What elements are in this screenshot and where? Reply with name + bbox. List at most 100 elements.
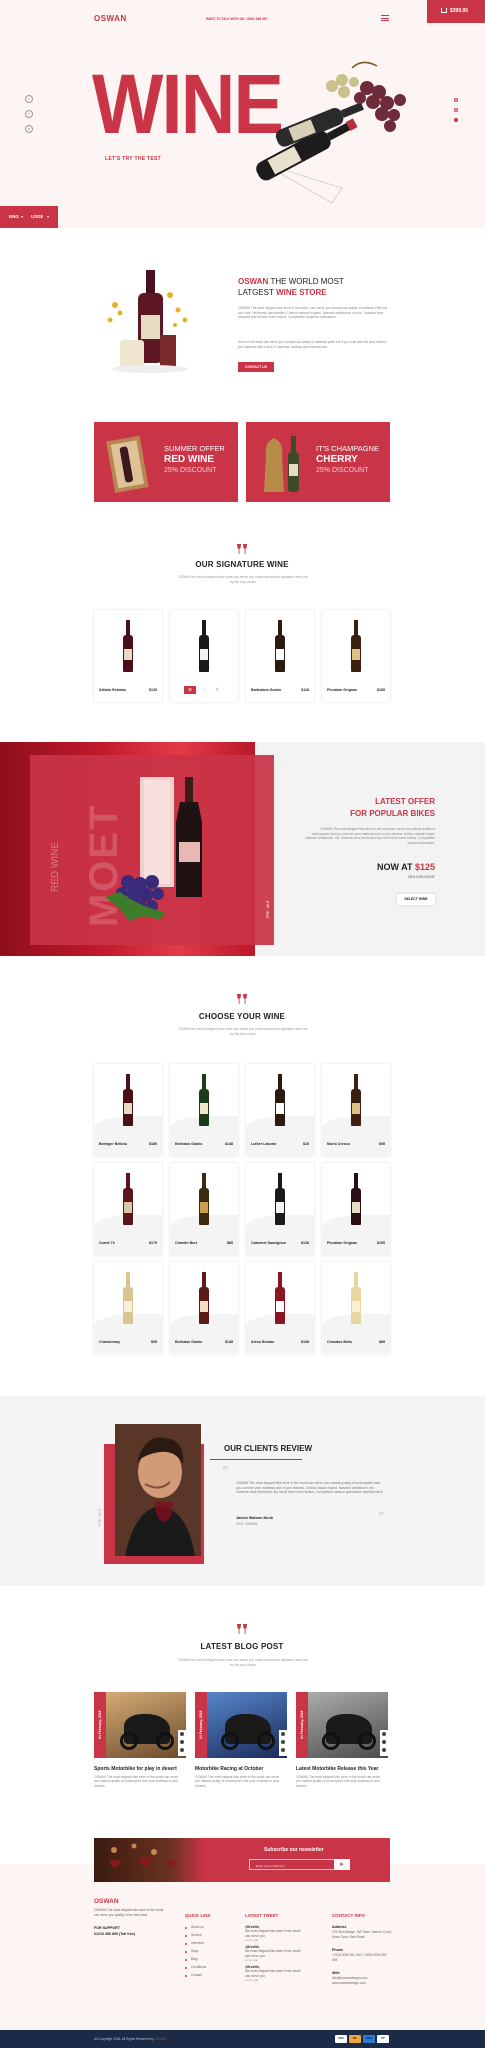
choose-product-card[interactable]: Chardin Burt $85 xyxy=(170,1163,238,1255)
language-select[interactable]: ENG xyxy=(9,214,19,219)
motorbike-wheel xyxy=(322,1732,340,1750)
footer-quick-link[interactable]: Blog xyxy=(191,1957,197,1962)
blog-post-title[interactable]: Latest Motorbike Release this Year xyxy=(296,1766,391,1772)
product-name[interactable]: Pinotium Grignas xyxy=(327,1241,357,1245)
signature-product-card[interactable]: ⊞ ♡ ⚲ xyxy=(170,610,238,702)
choose-product-card[interactable]: Cornit 74 $175 xyxy=(94,1163,162,1255)
signature-product-card[interactable]: Albiolo Rebolas $135 xyxy=(94,610,162,702)
product-name[interactable]: Beringer Bellotu xyxy=(99,1142,127,1146)
blog-post-title[interactable]: Sports Motorbike for play in desert xyxy=(94,1766,189,1772)
offer-vertical-label: RED WINE xyxy=(50,842,61,892)
slider-dot-1[interactable] xyxy=(454,98,458,102)
add-to-cart-button[interactable]: ⊞ xyxy=(184,686,196,694)
pinterest-icon[interactable]: p xyxy=(25,125,33,133)
signature-product-card[interactable]: Pinotium Grignas $155 xyxy=(322,610,390,702)
contact-us-button[interactable]: CONTACT US xyxy=(238,362,274,372)
slider-dot-3-active[interactable] xyxy=(454,118,458,122)
signature-product-card[interactable]: Barbolana Gutolo $118 xyxy=(246,610,314,702)
champagne-image xyxy=(264,436,299,492)
blog-post-title[interactable]: Motorbike Racing at October xyxy=(195,1766,290,1772)
heart-icon[interactable] xyxy=(281,1748,285,1752)
product-price: $95 xyxy=(151,1340,157,1344)
footer-quick-link[interactable]: Inventory xyxy=(191,1941,204,1946)
tweet-text: the most elegant bike store in the world… xyxy=(245,1969,301,1978)
currency-select[interactable]: USD$ xyxy=(31,214,43,219)
product-name[interactable]: Cabernet Sauvignon xyxy=(251,1241,286,1245)
product-name[interactable]: Aleno Bolubo xyxy=(251,1340,274,1344)
product-name[interactable]: Pinotium Grignas xyxy=(327,688,357,692)
choose-product-card[interactable]: Murio Cresco $95 xyxy=(322,1064,390,1156)
footer-contact-title: CONTACT INFO xyxy=(332,1913,365,1918)
comment-icon[interactable] xyxy=(281,1740,285,1744)
blog-post-image[interactable]: 24 February, 2018 xyxy=(296,1692,388,1758)
quick-view-search-icon[interactable]: ⚲ xyxy=(212,686,222,694)
client-side-label: PRE - MUT xyxy=(98,1508,102,1526)
heart-icon[interactable] xyxy=(180,1748,184,1752)
wishlist-heart-icon[interactable]: ♡ xyxy=(200,686,210,694)
product-name[interactable]: Chardin Burt xyxy=(175,1241,197,1245)
product-name[interactable]: Chardonnay xyxy=(99,1340,120,1344)
product-name[interactable]: Cornit 74 xyxy=(99,1241,115,1245)
footer-support-phone: 01210 456 890 (Toll free) xyxy=(94,1932,136,1936)
product-name[interactable]: Luther Laborio xyxy=(251,1142,276,1146)
choose-product-card[interactable]: Beringer Bellotu $189 xyxy=(94,1064,162,1156)
blog-post-image[interactable]: 24 February, 2018 xyxy=(94,1692,186,1758)
product-name[interactable]: Barbolana Gutolo xyxy=(251,688,281,692)
slider-dot-2[interactable] xyxy=(454,108,458,112)
signature-title: OUR SIGNATURE WINE xyxy=(195,560,289,569)
footer-quick-link[interactable]: Conditions xyxy=(191,1965,206,1970)
wine-bottle-image xyxy=(273,1074,287,1126)
footer-quick-link[interactable]: Service xyxy=(191,1933,202,1938)
comment-icon[interactable] xyxy=(180,1740,184,1744)
client-author: James Watson Neub xyxy=(236,1516,273,1520)
footer-quick-link[interactable]: Contact xyxy=(191,1973,202,1978)
product-name[interactable]: Chandos Bells xyxy=(327,1340,352,1344)
product-name[interactable]: Albiolo Rebolas xyxy=(99,688,126,692)
share-icon[interactable] xyxy=(281,1732,285,1736)
product-name[interactable]: Belindos Galolo xyxy=(175,1142,202,1146)
product-price: $148 xyxy=(225,1340,233,1344)
share-icon[interactable] xyxy=(180,1732,184,1736)
choose-product-card[interactable]: Belindos Galolo $148 xyxy=(170,1262,238,1354)
newsletter-title: Subscribe our newsletter xyxy=(264,1847,324,1853)
blog-post-card[interactable]: 24 February, 2018 Sports Motorbike for pl… xyxy=(94,1692,186,1812)
product-name[interactable]: Murio Cresco xyxy=(327,1142,350,1146)
comment-icon[interactable] xyxy=(382,1740,386,1744)
promo-banner-cherry[interactable]: IT'S CHAMPAGNE CHERRY 25% DISCOUNT xyxy=(246,422,390,502)
motorbike-wheel xyxy=(358,1732,376,1750)
wine-bottle-image xyxy=(197,620,211,672)
clients-title-underline xyxy=(210,1459,302,1461)
choose-product-card[interactable]: Chandos Bells $89 xyxy=(322,1262,390,1354)
blog-post-image[interactable]: 24 February, 2018 xyxy=(195,1692,287,1758)
share-icon[interactable] xyxy=(382,1732,386,1736)
blog-post-card[interactable]: 24 February, 2018 Latest Motorbike Releas… xyxy=(296,1692,388,1812)
wine-bottle-image xyxy=(197,1173,211,1225)
choose-product-card[interactable]: Luther Laborio $15 xyxy=(246,1064,314,1156)
cart-button[interactable]: $399.95 xyxy=(427,0,485,23)
client-role: CEO, OSWAN xyxy=(236,1522,258,1526)
newsletter-bar: Subscribe our newsletter Enter your emai… xyxy=(94,1838,390,1882)
footer-quick-link[interactable]: Shop xyxy=(191,1949,198,1954)
heart-icon[interactable] xyxy=(382,1748,386,1752)
choose-product-card[interactable]: Chardonnay $95 xyxy=(94,1262,162,1354)
logo[interactable]: OSWAN xyxy=(94,14,127,23)
choose-product-card[interactable]: Aleno Bolubo $108 xyxy=(246,1262,314,1354)
product-name[interactable]: Belindos Galolo xyxy=(175,1340,202,1344)
facebook-icon[interactable]: f xyxy=(25,95,33,103)
product-price: $189 xyxy=(149,1142,157,1146)
menu-hamburger-icon[interactable] xyxy=(381,15,389,21)
newsletter-input[interactable]: Enter your email here xyxy=(249,1859,335,1870)
promo-banner-red-wine[interactable]: SUMMER OFFER RED WINE 25% DISCOUNT xyxy=(94,422,238,502)
choose-product-card[interactable]: Cabernet Sauvignon $138 xyxy=(246,1163,314,1255)
twitter-icon[interactable]: t xyxy=(25,110,33,118)
footer-quick-link[interactable]: About us xyxy=(191,1925,204,1930)
newsletter-send-button[interactable]: ➤ xyxy=(334,1859,350,1870)
choose-product-card[interactable]: Pinotium Grignas $155 xyxy=(322,1163,390,1255)
wine-bottle-image xyxy=(273,620,287,672)
footer-logo[interactable]: OSWAN xyxy=(94,1898,119,1905)
blog-post-card[interactable]: 24 February, 2018 Motorbike Racing at Oct… xyxy=(195,1692,287,1812)
select-wine-button[interactable]: SELECT WINE xyxy=(397,894,435,905)
footer-about: OSWAN The most elegant bike store in the… xyxy=(94,1908,164,1917)
offer-price: NOW AT $125 xyxy=(376,862,435,872)
choose-product-card[interactable]: Belindos Galolo $148 xyxy=(170,1064,238,1156)
